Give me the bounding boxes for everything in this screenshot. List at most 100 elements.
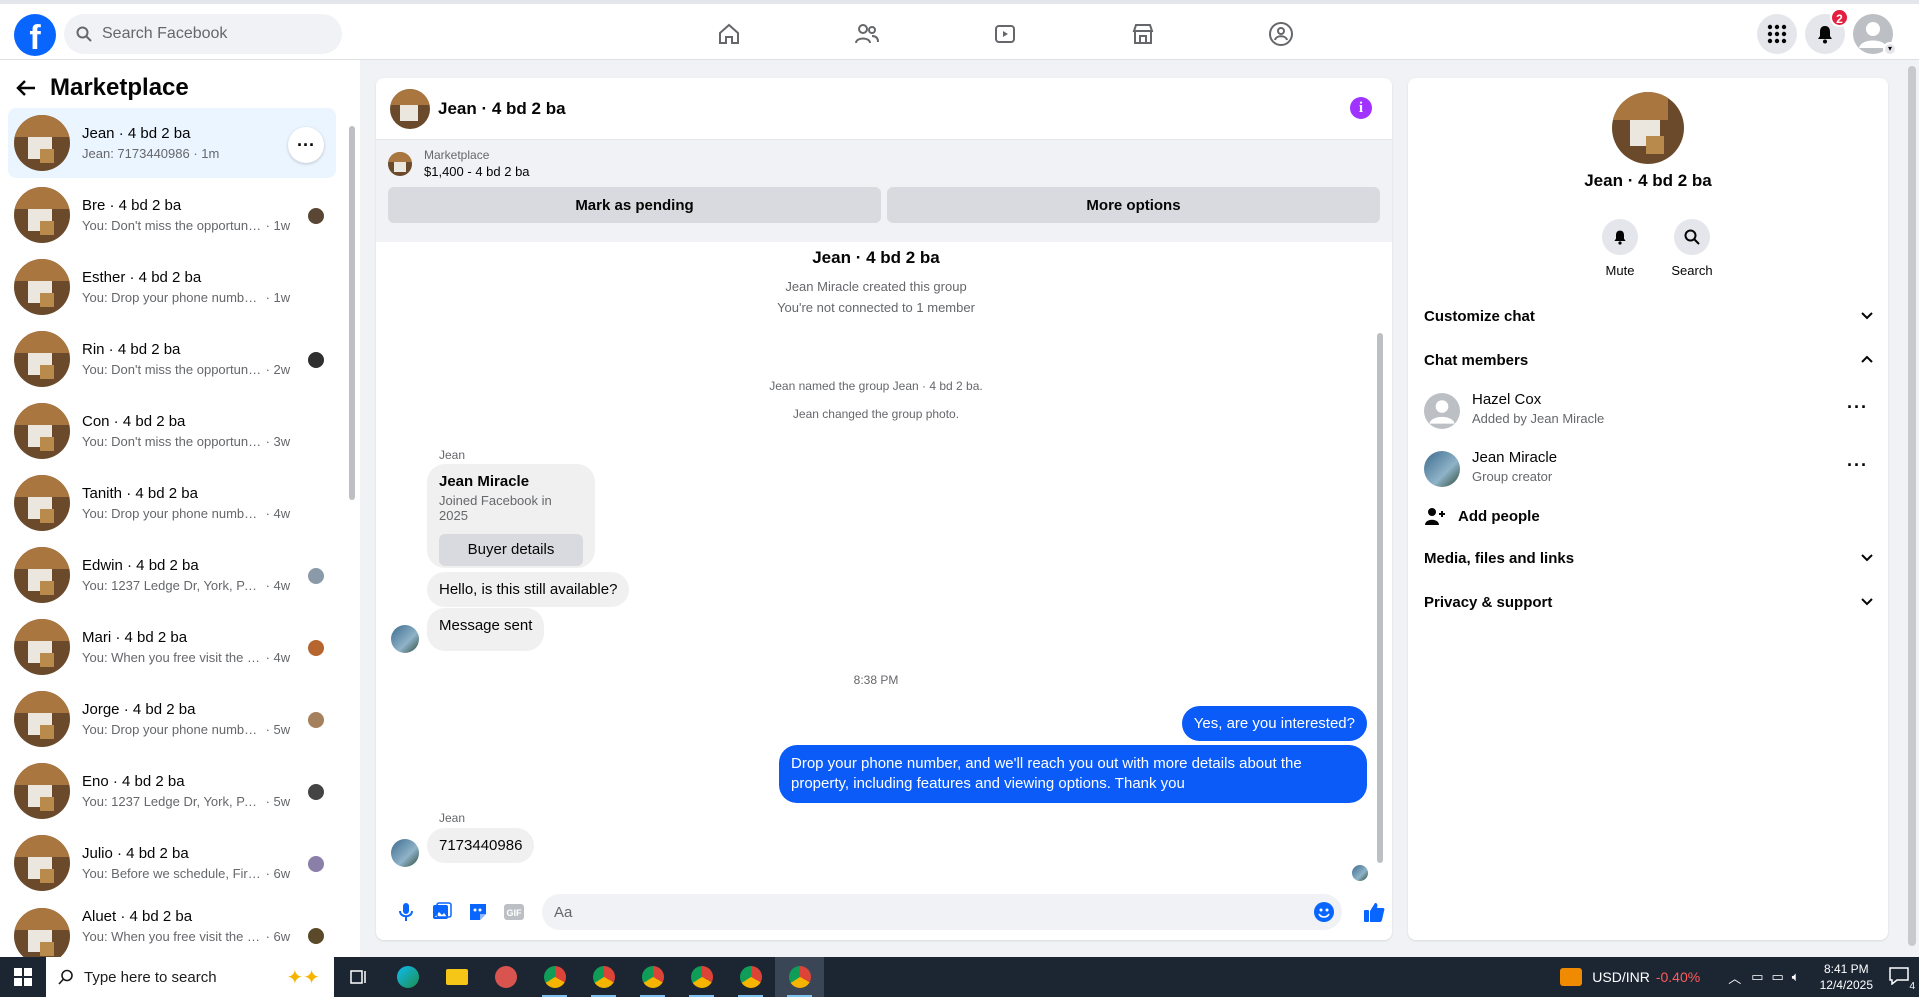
currency-change[interactable]: -0.40% <box>1656 969 1700 985</box>
group-avatar[interactable] <box>1612 92 1684 164</box>
add-people-button[interactable]: Add people <box>1424 506 1874 526</box>
chat-avatar[interactable] <box>390 88 430 129</box>
volume-icon[interactable]: 🔈︎ <box>1792 969 1800 985</box>
chrome-profile-icon[interactable] <box>628 957 677 997</box>
search-in-chat-button[interactable]: Search <box>1662 219 1722 278</box>
member-name: Jean Miracle <box>1472 449 1558 466</box>
chrome-profile-icon[interactable] <box>775 957 824 997</box>
conversation-item[interactable]: Jean · 4 bd 2 ba Jean: 7173440986 · 1m ··… <box>8 108 336 178</box>
conversation-time: · 6w <box>262 929 291 944</box>
app-icon[interactable] <box>481 957 530 997</box>
listing-price[interactable]: $1,400 - 4 bd 2 ba <box>424 164 530 179</box>
back-arrow-icon[interactable] <box>16 79 36 97</box>
chat-members-section[interactable]: Chat members <box>1424 352 1874 369</box>
chrome-profile-icon[interactable] <box>530 957 579 997</box>
menu-grid-button[interactable] <box>1757 14 1797 54</box>
notification-center-icon[interactable]: 4 <box>1889 966 1915 992</box>
facebook-logo[interactable]: f <box>14 14 56 56</box>
clock[interactable]: 8:41 PM 12/4/2025 <box>1820 961 1873 993</box>
windows-start-icon[interactable] <box>0 957 46 997</box>
chrome-profile-icon[interactable] <box>677 957 726 997</box>
conversation-item[interactable]: Aluet · 4 bd 2 ba You: When you free visi… <box>8 900 336 957</box>
add-people-label: Add people <box>1458 507 1540 525</box>
like-icon[interactable] <box>1356 894 1392 930</box>
message-input[interactable]: Aa <box>542 894 1342 930</box>
search-facebook-input[interactable]: Search Facebook <box>64 14 342 54</box>
conversation-item[interactable]: Eno · 4 bd 2 ba You: 1237 Ledge Dr, York,… <box>8 756 336 826</box>
sticker-icon[interactable] <box>460 894 496 930</box>
seen-avatar <box>308 352 324 368</box>
listing-thumbnail <box>14 403 70 459</box>
task-view-icon[interactable] <box>334 957 383 997</box>
mark-as-pending-button[interactable]: Mark as pending <box>388 187 881 223</box>
photo-icon[interactable] <box>424 894 460 930</box>
privacy-support-section[interactable]: Privacy & support <box>1424 594 1874 611</box>
edge-browser-icon[interactable] <box>383 957 432 997</box>
search-icon <box>1684 229 1700 245</box>
customize-chat-section[interactable]: Customize chat <box>1424 308 1874 325</box>
info-icon[interactable]: i <box>1350 97 1372 119</box>
display-icon[interactable]: ▭ <box>1772 969 1784 985</box>
mute-button[interactable]: Mute <box>1590 219 1650 278</box>
my-message-bubble[interactable]: Yes, are you interested? <box>1181 706 1367 741</box>
more-options-button[interactable]: More options <box>887 187 1380 223</box>
member-name: Hazel Cox <box>1472 391 1542 408</box>
microphone-icon[interactable] <box>388 894 424 930</box>
gif-icon[interactable]: GIF <box>496 894 532 930</box>
listing-thumbnail <box>14 187 70 243</box>
conversation-preview: You: Drop your phone number, an... <box>82 290 262 305</box>
chat-member[interactable]: Jean Miracle Group creator ··· <box>1424 443 1874 491</box>
default-avatar-icon <box>1424 393 1460 429</box>
card-name[interactable]: Jean Miracle <box>439 473 583 490</box>
sparkle-icon: ✦✦ <box>286 967 320 989</box>
listing-thumbnail[interactable] <box>388 151 412 176</box>
chrome-profile-icon[interactable] <box>726 957 775 997</box>
conversation-time: · 4w <box>262 650 291 665</box>
home-icon[interactable] <box>660 10 798 58</box>
sidebar-scrollbar[interactable] <box>348 110 356 955</box>
file-explorer-icon[interactable] <box>432 957 481 997</box>
sender-avatar[interactable] <box>391 625 419 653</box>
message-line: property, including features and viewing… <box>791 775 1185 792</box>
media-files-links-section[interactable]: Media, files and links <box>1424 550 1874 567</box>
conversation-item[interactable]: Edwin · 4 bd 2 ba You: 1237 Ledge Dr, Yor… <box>8 540 336 610</box>
conversation-item[interactable]: Con · 4 bd 2 ba You: Don't miss the oppor… <box>8 396 336 466</box>
network-icon[interactable]: ▭ <box>1751 969 1763 985</box>
account-avatar-button[interactable]: ▾ <box>1853 14 1897 56</box>
friends-icon[interactable] <box>798 10 936 58</box>
conversation-item[interactable]: Julio · 4 bd 2 ba You: Before we schedule… <box>8 828 336 898</box>
page-scrollbar[interactable] <box>1905 60 1919 957</box>
chevron-up-icon[interactable]: ︿ <box>1728 968 1741 987</box>
currency-pair[interactable]: USD/INR <box>1592 969 1650 985</box>
message-bubble[interactable]: 7173440986 <box>427 828 535 863</box>
member-more-icon[interactable]: ··· <box>1847 397 1868 418</box>
conversation-name: Jorge · 4 bd 2 ba <box>82 701 196 718</box>
groups-icon[interactable] <box>1212 10 1350 58</box>
conversation-item[interactable]: Tanith · 4 bd 2 ba You: Drop your phone n… <box>8 468 336 538</box>
buyer-details-button[interactable]: Buyer details <box>439 534 583 566</box>
chevron-down-icon <box>1861 598 1873 606</box>
sender-avatar[interactable] <box>391 839 419 867</box>
conversation-item[interactable]: Mari · 4 bd 2 ba You: When you free visit… <box>8 612 336 682</box>
my-message-bubble[interactable]: Drop your phone number, and we'll reach … <box>779 745 1367 803</box>
conversation-item[interactable]: Esther · 4 bd 2 ba You: Drop your phone n… <box>8 252 336 322</box>
chat-member[interactable]: Hazel Cox Added by Jean Miracle ··· <box>1424 385 1874 433</box>
message-bubble[interactable]: Hello, is this still available? <box>427 572 630 607</box>
taskbar-search-box[interactable]: Type here to search ✦✦ <box>46 957 334 997</box>
group-title: Jean · 4 bd 2 ba <box>1584 171 1712 190</box>
chrome-profile-icon[interactable] <box>579 957 628 997</box>
notifications-button[interactable]: 2 <box>1805 8 1849 54</box>
member-more-icon[interactable]: ··· <box>1847 455 1868 476</box>
chat-scrollbar[interactable] <box>1376 245 1384 881</box>
video-icon[interactable] <box>936 10 1074 58</box>
message-bubble[interactable]: Message sent <box>427 608 545 651</box>
conversation-item[interactable]: Rin · 4 bd 2 ba You: Don't miss the oppor… <box>8 324 336 394</box>
chevron-up-icon <box>1861 355 1873 363</box>
chat-title[interactable]: Jean · 4 bd 2 ba <box>438 99 566 119</box>
conversation-more-button[interactable]: ··· <box>288 127 324 163</box>
conversation-preview: You: 1237 Ledge Dr, York, PA 17... <box>82 578 262 593</box>
conversation-item[interactable]: Bre · 4 bd 2 ba You: Don't miss the oppor… <box>8 180 336 250</box>
emoji-icon[interactable] <box>1314 902 1334 922</box>
marketplace-icon[interactable] <box>1074 10 1212 58</box>
conversation-item[interactable]: Jorge · 4 bd 2 ba You: Drop your phone nu… <box>8 684 336 754</box>
